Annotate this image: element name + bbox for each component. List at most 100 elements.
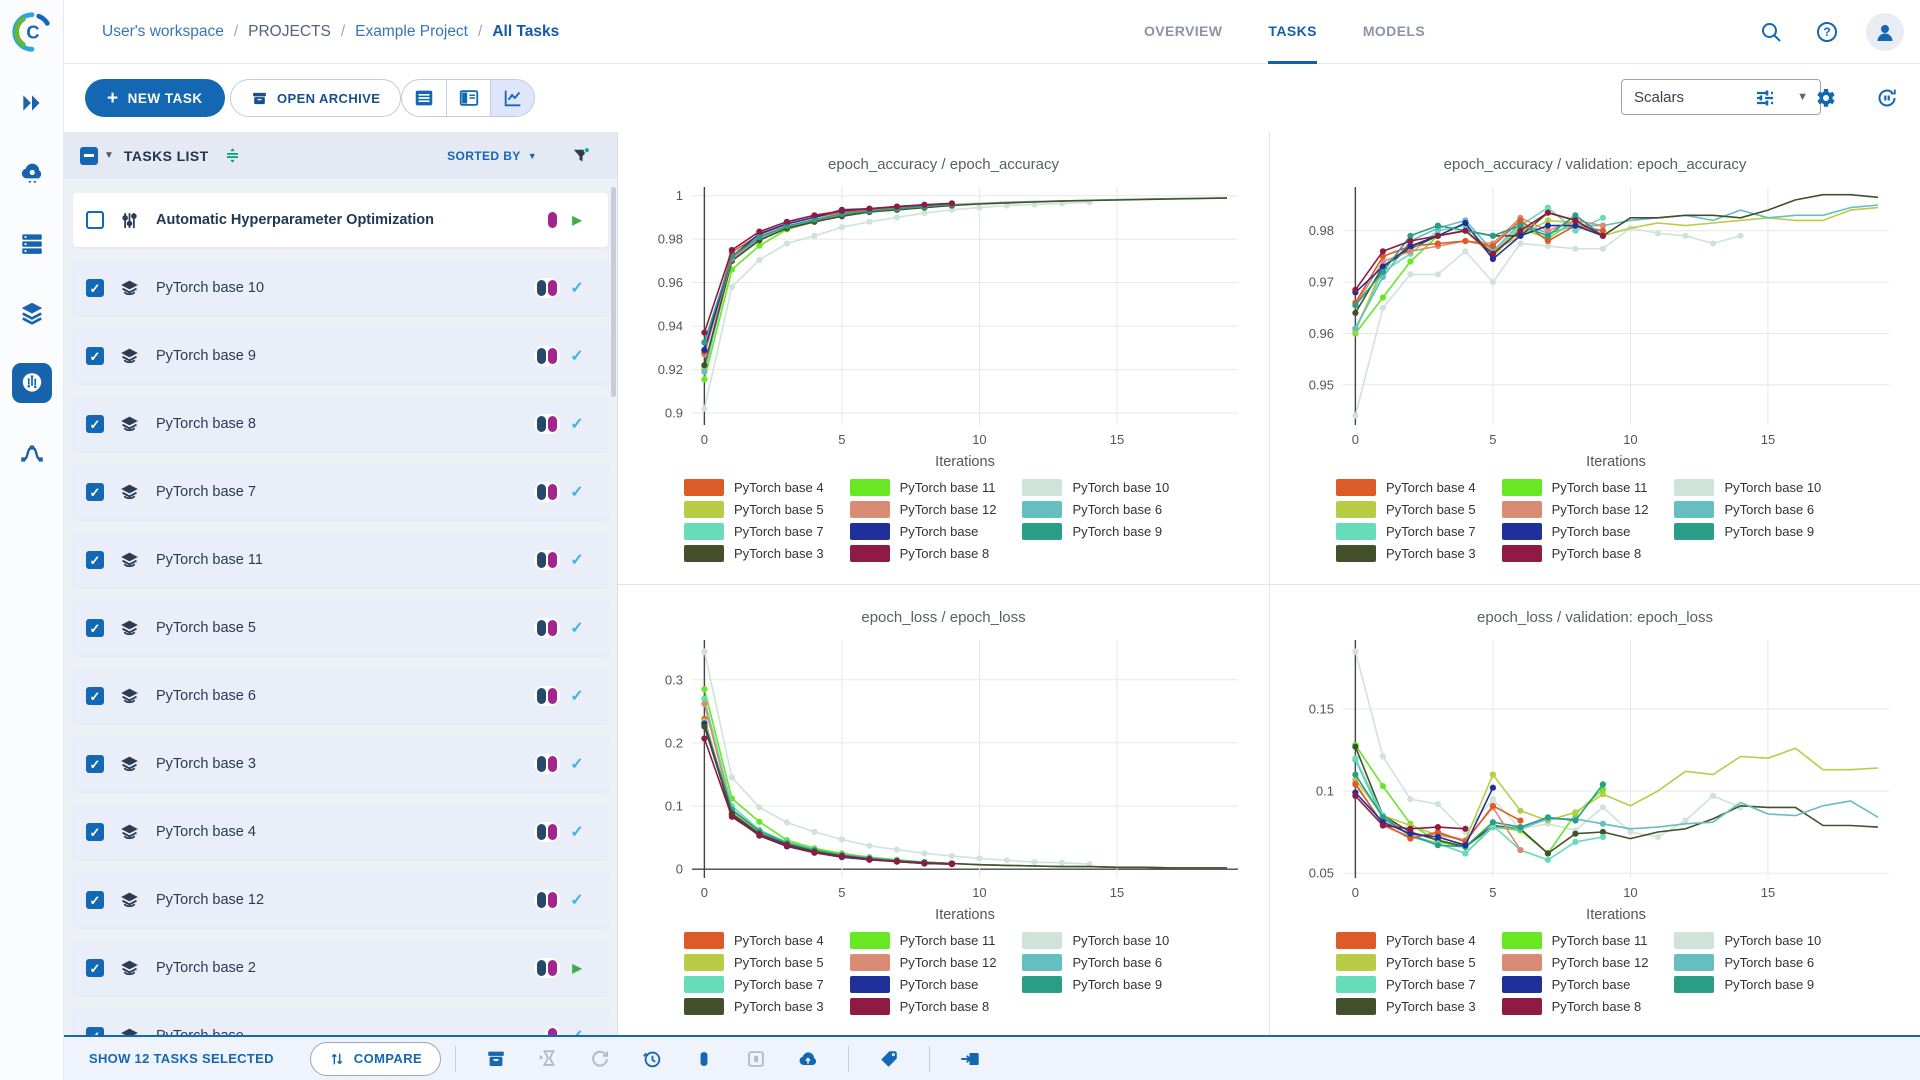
legend-item[interactable]: PyTorch base 3 [684, 997, 824, 1015]
legend-item[interactable]: PyTorch base 10 [1674, 931, 1821, 949]
task-checkbox[interactable]: ✓ [86, 483, 104, 501]
task-checkbox[interactable]: ✓ [86, 279, 104, 297]
legend-item[interactable]: PyTorch base 12 [1501, 501, 1648, 518]
legend-item[interactable]: PyTorch base 10 [1022, 931, 1169, 949]
legend-item[interactable]: PyTorch base [849, 975, 997, 993]
task-checkbox[interactable]: ✓ [86, 755, 104, 773]
apps-cloud-icon[interactable] [12, 153, 52, 193]
sorted-by-control[interactable]: SORTED BY ▼ [447, 149, 537, 163]
graph-preferences-icon[interactable] [1748, 81, 1782, 115]
legend-item[interactable]: PyTorch base 8 [849, 545, 997, 562]
select-menu-caret-icon[interactable]: ▼ [104, 150, 114, 161]
task-row[interactable]: ✓ PyTorch base 11 ✓ [73, 533, 608, 587]
legend-item[interactable]: PyTorch base 4 [1336, 479, 1476, 496]
legend-item[interactable]: PyTorch base 7 [1336, 523, 1476, 540]
task-checkbox[interactable]: ✓ [86, 347, 104, 365]
legend-item[interactable]: PyTorch base 12 [849, 953, 996, 971]
legend-item[interactable]: PyTorch base 7 [1336, 975, 1476, 993]
legend-item[interactable]: PyTorch base 7 [684, 975, 824, 993]
legend-item[interactable]: PyTorch base 9 [1674, 975, 1821, 993]
open-archive-button[interactable]: OPEN ARCHIVE [230, 79, 402, 117]
archive-icon[interactable] [470, 1042, 522, 1076]
settings-gear-icon[interactable] [1809, 81, 1843, 115]
publish-icon[interactable] [782, 1042, 834, 1076]
breadcrumb-item[interactable]: All Tasks [492, 23, 559, 41]
breadcrumb-item[interactable]: PROJECTS [248, 23, 331, 41]
legend-item[interactable]: PyTorch base 3 [1336, 545, 1476, 562]
datasets-icon[interactable] [12, 293, 52, 333]
tab-overview[interactable]: OVERVIEW [1144, 0, 1222, 64]
row-density-icon[interactable] [223, 146, 242, 165]
legend-item[interactable]: PyTorch base 10 [1674, 479, 1821, 496]
legend-item[interactable]: PyTorch base 10 [1022, 479, 1169, 496]
legend-item[interactable]: PyTorch base 11 [849, 479, 997, 496]
task-row[interactable]: ✓ PyTorch base 2 ▶ [73, 941, 608, 995]
clearml-logo-icon[interactable]: C [9, 9, 55, 55]
task-checkbox[interactable]: ✓ [86, 619, 104, 637]
workers-queues-icon[interactable] [12, 223, 52, 263]
legend-item[interactable]: PyTorch base [849, 523, 997, 540]
legend-item[interactable]: PyTorch base 7 [684, 523, 824, 540]
user-avatar[interactable] [1866, 13, 1904, 51]
legend-item[interactable]: PyTorch base 4 [684, 479, 824, 496]
task-checkbox[interactable]: ✓ [86, 551, 104, 569]
task-row[interactable]: ✓ PyTorch base 9 ✓ [73, 329, 608, 383]
move-to-project-icon[interactable] [944, 1042, 996, 1076]
show-selected-link[interactable]: SHOW 12 TASKS SELECTED [89, 1051, 274, 1066]
task-checkbox[interactable]: ✓ [86, 1027, 104, 1035]
select-all-checkbox[interactable] [80, 146, 98, 165]
search-icon[interactable] [1754, 15, 1788, 49]
task-checkbox[interactable]: ✓ [86, 687, 104, 705]
legend-item[interactable]: PyTorch base 6 [1022, 953, 1169, 971]
legend-item[interactable]: PyTorch base [1501, 975, 1649, 993]
enqueue-icon[interactable] [626, 1042, 678, 1076]
legend-item[interactable]: PyTorch base 3 [684, 545, 824, 562]
legend-item[interactable]: PyTorch base 6 [1674, 953, 1821, 971]
table-view-icon[interactable] [402, 80, 446, 116]
legend-item[interactable]: PyTorch base 5 [684, 501, 824, 518]
task-checkbox[interactable]: ✓ [86, 959, 104, 977]
breadcrumb-item[interactable]: User's workspace [102, 23, 224, 41]
task-row[interactable]: ✓ PyTorch base 7 ✓ [73, 465, 608, 519]
split-view-icon[interactable] [446, 80, 490, 116]
legend-item[interactable]: PyTorch base 3 [1336, 997, 1476, 1015]
task-row[interactable]: ✓ PyTorch base 6 ✓ [73, 669, 608, 723]
new-task-button[interactable]: + NEW TASK [85, 79, 225, 117]
list-scrollbar[interactable] [611, 187, 616, 397]
task-row[interactable]: ✓ PyTorch base ✓ [73, 1009, 608, 1035]
task-row[interactable]: ✓ PyTorch base 3 ✓ [73, 737, 608, 791]
legend-item[interactable]: PyTorch base 9 [1022, 975, 1169, 993]
legend-item[interactable]: PyTorch base 12 [849, 501, 996, 518]
compare-button[interactable]: COMPARE [309, 1041, 442, 1076]
auto-refresh-icon[interactable] [1870, 81, 1904, 115]
legend-item[interactable]: PyTorch base 5 [1336, 953, 1476, 971]
task-row[interactable]: ✓ PyTorch base 4 ✓ [73, 805, 608, 859]
pipelines-icon[interactable] [12, 433, 52, 473]
legend-item[interactable]: PyTorch base 9 [1022, 523, 1169, 540]
breadcrumb-item[interactable]: Example Project [355, 23, 468, 41]
task-row[interactable]: ✓ PyTorch base 10 ✓ [73, 261, 608, 315]
tab-tasks[interactable]: TASKS [1268, 0, 1317, 64]
legend-item[interactable]: PyTorch base 9 [1674, 523, 1821, 540]
legend-item[interactable]: PyTorch base 6 [1674, 501, 1821, 518]
legend-item[interactable]: PyTorch base 6 [1022, 501, 1169, 518]
legend-item[interactable]: PyTorch base 4 [1336, 931, 1476, 949]
expand-nav-icon[interactable] [12, 83, 52, 123]
task-checkbox[interactable] [86, 211, 104, 229]
legend-item[interactable]: PyTorch base 11 [1501, 479, 1649, 496]
tags-icon[interactable] [863, 1042, 915, 1076]
task-row[interactable]: ✓ PyTorch base 8 ✓ [73, 397, 608, 451]
legend-item[interactable]: PyTorch base 5 [684, 953, 824, 971]
task-checkbox[interactable]: ✓ [86, 823, 104, 841]
task-row[interactable]: Automatic Hyperparameter Optimization ▶ [73, 193, 608, 247]
legend-item[interactable]: PyTorch base [1501, 523, 1649, 540]
legend-item[interactable]: PyTorch base 11 [849, 931, 997, 949]
legend-item[interactable]: PyTorch base 4 [684, 931, 824, 949]
task-row[interactable]: ✓ PyTorch base 12 ✓ [73, 873, 608, 927]
task-row[interactable]: ✓ PyTorch base 5 ✓ [73, 601, 608, 655]
tab-models[interactable]: MODELS [1363, 0, 1425, 64]
help-icon[interactable]: ? [1810, 15, 1844, 49]
legend-item[interactable]: PyTorch base 8 [1501, 545, 1649, 562]
task-checkbox[interactable]: ✓ [86, 415, 104, 433]
charts-view-icon[interactable] [490, 80, 534, 116]
